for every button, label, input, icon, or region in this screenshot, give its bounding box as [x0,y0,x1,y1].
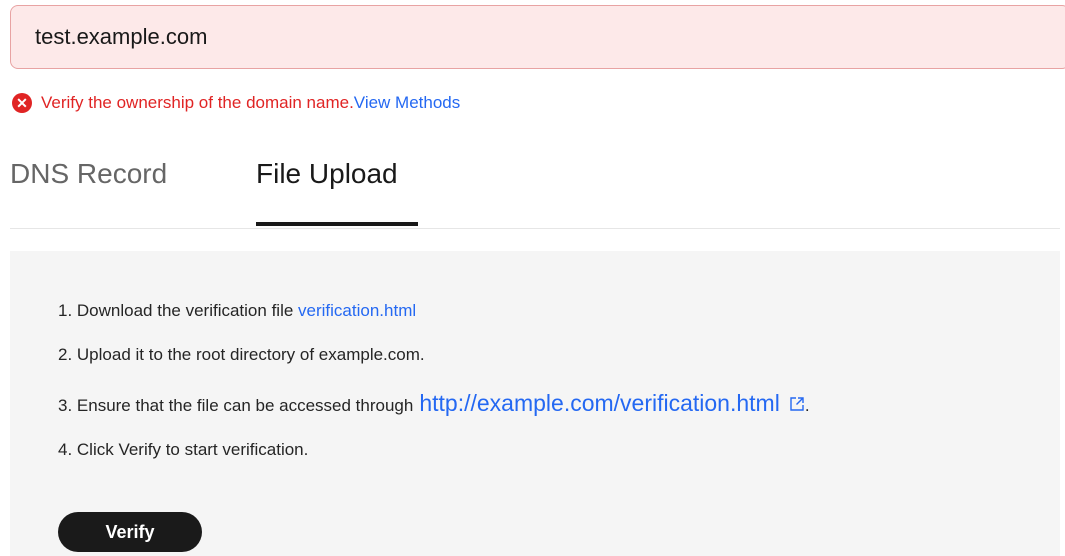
file-upload-panel: 1. Download the verification file verifi… [10,251,1060,556]
error-message: ✕ Verify the ownership of the domain nam… [12,92,460,114]
step-click-verify: 4. Click Verify to start verification. [58,440,308,460]
step-download-text: 1. Download the verification file [58,301,299,320]
error-circle-icon: ✕ [12,93,32,113]
step-ensure-access: 3. Ensure that the file can be accessed … [58,390,810,417]
step-upload-text: 2. Upload it to the root directory of ex… [58,345,425,364]
error-text: Verify the ownership of the domain name. [41,93,354,112]
step-upload: 2. Upload it to the root directory of ex… [58,345,425,365]
verification-file-download-link[interactable]: verification.html [298,301,416,321]
verify-button[interactable]: Verify [58,512,202,552]
domain-input[interactable] [10,5,1065,69]
step-ensure-access-text: 3. Ensure that the file can be accessed … [58,396,414,415]
step-click-verify-text: 4. Click Verify to start verification. [58,440,309,459]
tab-dns-record[interactable]: DNS Record [10,158,167,190]
step-ensure-access-suffix: . [804,396,810,415]
active-tab-indicator [256,222,418,226]
verification-url-link[interactable]: http://example.com/verification.html [419,390,779,417]
view-methods-link[interactable]: View Methods [354,93,460,113]
step-download: 1. Download the verification file verifi… [58,301,416,321]
verification-method-tabs: DNS Record File Upload [10,150,1060,229]
external-link-icon[interactable] [789,396,805,412]
tab-file-upload[interactable]: File Upload [256,158,398,190]
